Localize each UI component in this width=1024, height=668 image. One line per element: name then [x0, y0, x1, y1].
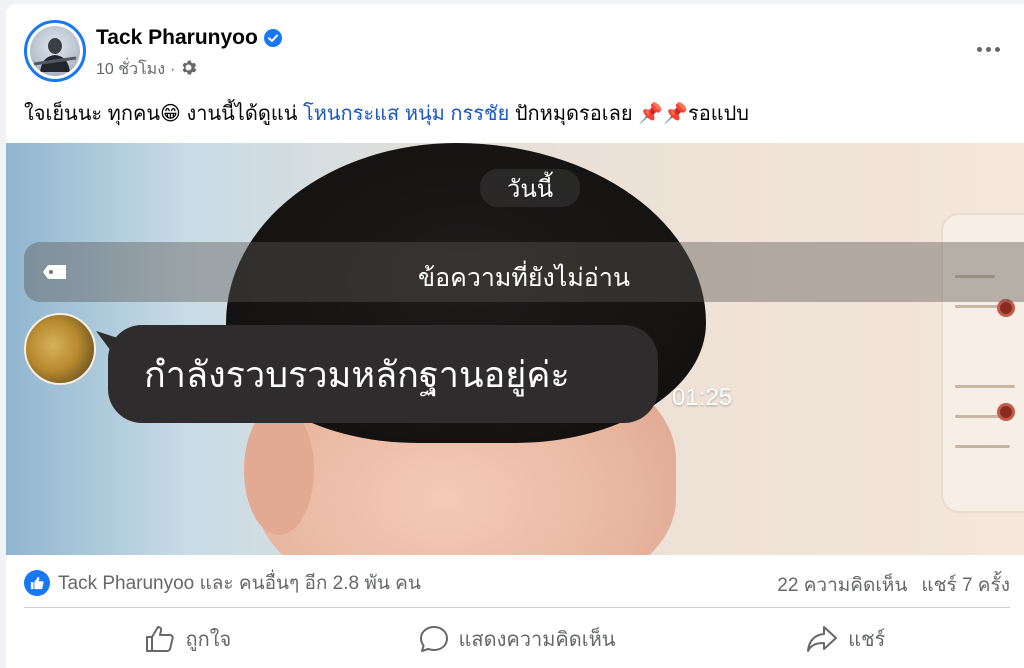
reaction-summary[interactable]: Tack Pharunyoo และ คนอื่นๆ อีก 2.8 พัน ค… [24, 568, 421, 598]
engagement-counts: 22 ความคิดเห็น แชร์ 7 ครั้ง [777, 570, 1010, 600]
author-header: Tack Pharunyoo [96, 26, 282, 50]
post-timestamp[interactable]: 10 ชั่วโมง [96, 57, 165, 82]
grin-emoji: 😁 [160, 103, 181, 125]
share-arrow-icon [807, 626, 838, 652]
share-label: แชร์ [848, 629, 886, 651]
post-meta: 10 ชั่วโมง · [96, 57, 197, 82]
author-avatar[interactable] [24, 20, 86, 82]
post-card: Tack Pharunyoo 10 ชั่วโมง · ใจเย็นนะ ทุก… [6, 4, 1024, 668]
caption-text: ปักหมุดรอเลย [509, 103, 639, 125]
caption-text: ใจเย็นนะ ทุกคน [24, 103, 161, 125]
action-bar: ถูกใจ แสดงความคิดเห็น แชร์ [24, 616, 1010, 662]
divider [24, 607, 1010, 608]
share-count[interactable]: แชร์ 7 ครั้ง [921, 570, 1010, 600]
comment-label: แสดงความคิดเห็น [458, 629, 616, 651]
author-name[interactable]: Tack Pharunyoo [96, 26, 258, 50]
meta-separator: · [170, 60, 176, 78]
comment-bubble-icon [419, 626, 448, 652]
tagged-person-link[interactable]: หนุ่ม กรรชัย [405, 103, 509, 125]
message-time: 01:25 [672, 384, 733, 411]
sender-avatar [24, 313, 96, 385]
unread-divider: ข้อความที่ยังไม่อ่าน [24, 242, 1024, 302]
like-button[interactable]: ถูกใจ [24, 616, 353, 662]
comment-count[interactable]: 22 ความคิดเห็น [777, 570, 907, 600]
more-options-icon[interactable] [970, 34, 1006, 64]
chat-date-label: วันนี้ [480, 169, 580, 207]
chat-message-bubble: กำลังรวบรวมหลักฐานอยู่ค่ะ [108, 325, 658, 423]
unread-label: ข้อความที่ยังไม่อ่าน [418, 264, 630, 292]
reaction-summary-text[interactable]: Tack Pharunyoo และ คนอื่นๆ อีก 2.8 พัน ค… [58, 568, 421, 598]
settings-gear-icon[interactable] [180, 59, 197, 81]
thumbs-up-icon [146, 626, 175, 652]
like-badge-icon [24, 570, 50, 596]
post-image[interactable]: วันนี้ ข้อความที่ยังไม่อ่าน กำลังรวบรวมห… [6, 143, 1024, 555]
comment-button[interactable]: แสดงความคิดเห็น [353, 616, 682, 662]
pushpin-emoji: 📌📌 [638, 103, 688, 125]
verified-badge-icon [263, 29, 282, 47]
caption-text: งานนี้ได้ดูแน่ [180, 103, 303, 125]
caption-text: รอแปบ [687, 103, 749, 125]
share-button[interactable]: แชร์ [681, 616, 1010, 662]
tagged-page-link[interactable]: โหนกระแส [303, 103, 399, 125]
person-ear [244, 405, 314, 535]
post-caption: ใจเย็นนะ ทุกคน😁 งานนี้ได้ดูแน่ โหนกระแส … [24, 97, 749, 129]
like-label: ถูกใจ [185, 629, 232, 651]
